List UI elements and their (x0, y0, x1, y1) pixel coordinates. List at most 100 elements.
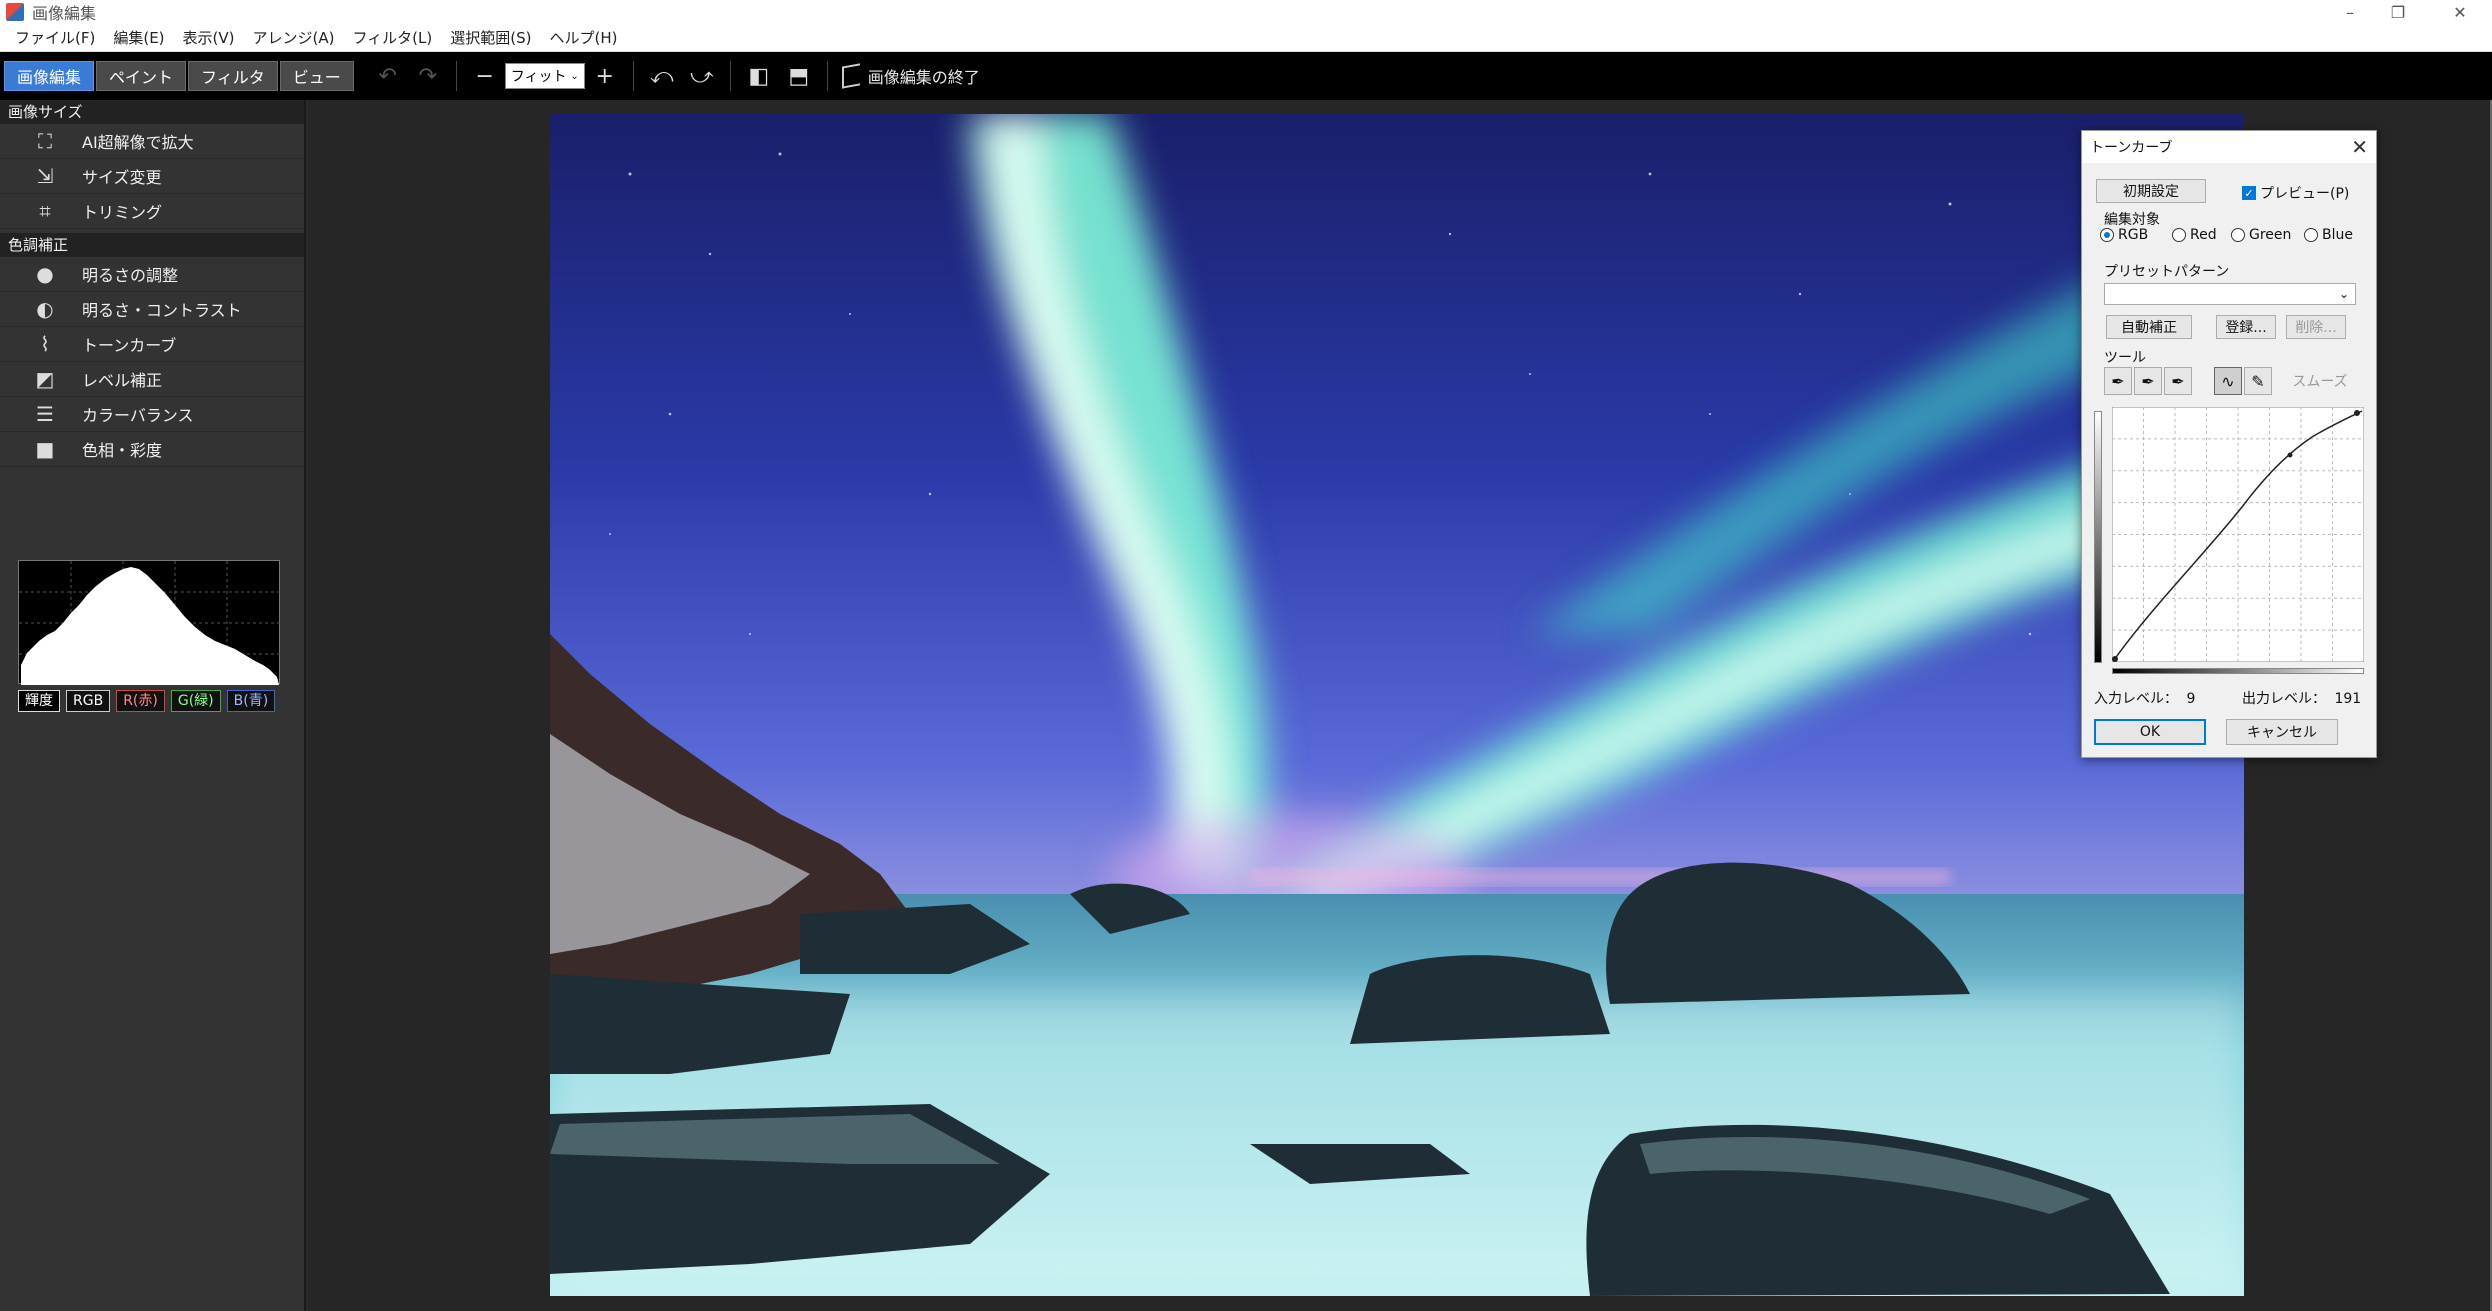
redo-icon[interactable]: ↷ (408, 59, 448, 93)
radio-blue[interactable]: Blue (2304, 227, 2353, 243)
hist-rgb-button[interactable]: RGB (66, 690, 111, 712)
preview-label: プレビュー(P) (2260, 186, 2350, 202)
exit-door-icon (841, 63, 860, 89)
hist-green-button[interactable]: G(緑) (170, 690, 221, 712)
histogram-shape (21, 567, 279, 685)
radio-label: RGB (2118, 227, 2149, 243)
radio-rgb[interactable]: RGB (2100, 227, 2148, 243)
toolbar: 画像編集 ペイント フィルタ ビュー ↶ ↷ − フィット ⌄ + ⤺ ⤻ ◧ … (0, 52, 2492, 100)
zoom-select[interactable]: フィット ⌄ (504, 63, 585, 89)
finish-edit-button[interactable]: 画像編集の終了 (841, 63, 980, 89)
item-label: サイズ変更 (82, 168, 162, 187)
item-label: トーンカーブ (82, 336, 177, 355)
output-level-value: 191 (2334, 691, 2362, 707)
flip-horizontal-icon[interactable]: ◧ (739, 59, 779, 93)
lightbulb-icon: ● (36, 262, 54, 286)
app-icon (6, 3, 24, 21)
item-color-balance[interactable]: ☰ カラーバランス (0, 397, 304, 432)
curve-control-point[interactable] (2354, 410, 2360, 416)
item-brightness[interactable]: ● 明るさの調整 (0, 257, 304, 292)
toolbar-divider (632, 61, 634, 91)
rotate-left-icon[interactable]: ⤺ (642, 59, 682, 93)
radio-red[interactable]: Red (2172, 227, 2217, 243)
curve-control-point[interactable] (2287, 452, 2293, 458)
radio-label: Blue (2322, 227, 2353, 243)
menu-view[interactable]: 表示(V) (174, 27, 244, 48)
radio-label: Red (2190, 227, 2217, 243)
hue-saturation-icon: ■ (35, 437, 55, 461)
menu-help[interactable]: ヘルプ(H) (540, 27, 626, 48)
input-gradient-bar (2112, 668, 2364, 674)
item-levels[interactable]: ◩ レベル補正 (0, 362, 304, 397)
window-title: 画像編集 (32, 4, 97, 23)
hist-luminance-button[interactable]: 輝度 (18, 690, 60, 712)
curve-point-tool-icon[interactable]: ∿ (2214, 367, 2242, 395)
item-tone-curve[interactable]: ⌇ トーンカーブ (0, 327, 304, 362)
menu-arrange[interactable]: アレンジ(A) (244, 27, 344, 48)
tab-image-edit[interactable]: 画像編集 (4, 61, 95, 91)
toolbar-divider (826, 61, 828, 91)
item-hue-saturation[interactable]: ■ 色相・彩度 (0, 432, 304, 467)
cancel-button[interactable]: キャンセル (2226, 719, 2338, 745)
undo-icon[interactable]: ↶ (368, 59, 408, 93)
toolbar-divider (729, 61, 731, 91)
radio-circle (2100, 228, 2114, 242)
radio-circle (2304, 228, 2318, 242)
black-eyedropper-icon[interactable]: ✒ (2104, 367, 2132, 395)
reset-button[interactable]: 初期設定 (2096, 179, 2206, 203)
item-ai-upscale[interactable]: ⛶ AI超解像で拡大 (0, 124, 304, 159)
smooth-button[interactable]: スムーズ (2282, 367, 2358, 395)
ok-button[interactable]: OK (2094, 719, 2206, 745)
menu-file[interactable]: ファイル(F) (6, 27, 104, 48)
item-crop[interactable]: ⌗ トリミング (0, 194, 304, 229)
preset-select[interactable]: ⌄ (2104, 283, 2356, 305)
flip-vertical-icon[interactable]: ⬒ (779, 59, 819, 93)
radio-green[interactable]: Green (2231, 227, 2291, 243)
dialog-title: トーンカーブ (2090, 140, 2173, 156)
toolbar-divider (455, 61, 457, 91)
chevron-down-icon: ⌄ (570, 70, 579, 82)
menu-edit[interactable]: 編集(E) (104, 27, 173, 48)
maximize-button[interactable]: ❐ (2368, 0, 2428, 24)
crop-icon: ⌗ (39, 199, 51, 223)
zoom-in-icon[interactable]: + (585, 59, 625, 93)
title-bar: 画像編集 – ❐ ✕ (0, 0, 2492, 24)
tab-paint[interactable]: ペイント (96, 61, 187, 91)
pencil-tool-icon[interactable]: ✎ (2244, 367, 2272, 395)
section-color-correction: 色調補正 (0, 233, 304, 257)
preview-checkbox[interactable]: ✓ プレビュー(P) (2242, 183, 2349, 203)
item-label: 明るさ・コントラスト (82, 301, 242, 320)
ai-upscale-icon: ⛶ (38, 129, 52, 153)
register-button[interactable]: 登録... (2216, 315, 2276, 339)
menu-filter[interactable]: フィルタ(L) (343, 27, 441, 48)
menu-bar: ファイル(F) 編集(E) 表示(V) アレンジ(A) フィルタ(L) 選択範囲… (0, 24, 2492, 52)
auto-correct-button[interactable]: 自動補正 (2106, 315, 2192, 339)
close-icon[interactable]: ✕ (2351, 135, 2368, 159)
white-eyedropper-icon[interactable]: ✒ (2164, 367, 2192, 395)
item-resize[interactable]: ⇲ サイズ変更 (0, 159, 304, 194)
item-label: カラーバランス (82, 406, 194, 425)
close-window-button[interactable]: ✕ (2430, 0, 2490, 24)
tab-view[interactable]: ビュー (279, 61, 354, 91)
item-label: AI超解像で拡大 (82, 133, 194, 152)
resize-icon: ⇲ (36, 164, 54, 188)
color-balance-icon: ☰ (36, 402, 54, 426)
histogram-channel-buttons: 輝度 RGB R(赤) G(緑) B(青) (18, 690, 276, 712)
input-level-value: 9 (2186, 691, 2196, 707)
tone-curve-graph[interactable] (2111, 406, 2365, 663)
menu-selection[interactable]: 選択範囲(S) (441, 27, 540, 48)
aurora-photo[interactable] (550, 114, 2244, 1296)
tab-filter[interactable]: フィルタ (188, 61, 278, 91)
rotate-right-icon[interactable]: ⤻ (682, 59, 722, 93)
zoom-out-icon[interactable]: − (465, 59, 505, 93)
preset-label: プリセットパターン (2104, 264, 2230, 280)
curve-control-point[interactable] (2112, 656, 2118, 662)
tone-curve-dialog: トーンカーブ ✕ 初期設定 ✓ プレビュー(P) 編集対象 RGB Red Gr… (2081, 130, 2377, 758)
delete-button[interactable]: 削除... (2286, 315, 2346, 339)
hist-blue-button[interactable]: B(青) (226, 690, 276, 712)
item-label: 明るさの調整 (82, 266, 179, 285)
hist-red-button[interactable]: R(赤) (116, 690, 165, 712)
dialog-title-bar: トーンカーブ ✕ (2082, 131, 2376, 163)
item-brightness-contrast[interactable]: ◐ 明るさ・コントラスト (0, 292, 304, 327)
gray-eyedropper-icon[interactable]: ✒ (2134, 367, 2162, 395)
